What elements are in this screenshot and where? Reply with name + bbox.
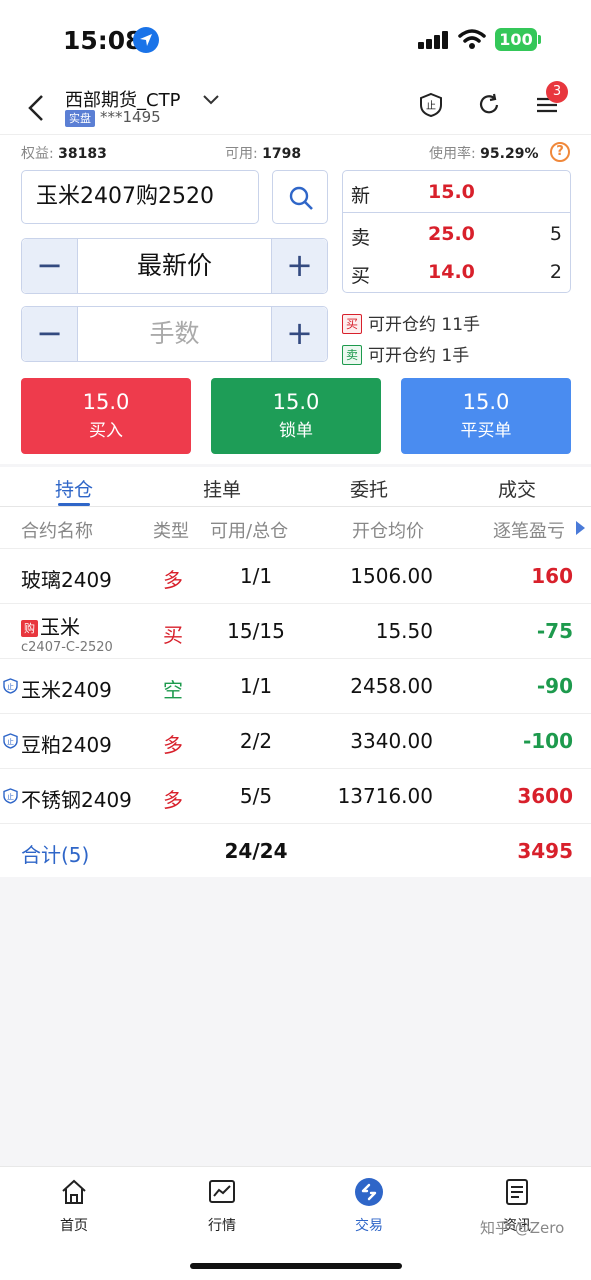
table-row[interactable]: 止 不锈钢2409 多 5/5 13716.00 3600 bbox=[0, 769, 591, 824]
status-bar: 15:08 100 bbox=[0, 0, 591, 82]
price-minus-button[interactable]: − bbox=[22, 239, 78, 293]
tab-orders[interactable]: 委托 bbox=[309, 475, 429, 502]
table-row[interactable]: 购玉米 c2407-C-2520 买 15/15 15.50 -75 bbox=[0, 604, 591, 659]
help-icon[interactable]: ? bbox=[550, 142, 570, 162]
bid-row[interactable]: 买 14.0 2 bbox=[343, 253, 570, 291]
quantity-stepper: − 手数 + bbox=[21, 306, 328, 362]
usage-stat: 使用率: 95.29% bbox=[429, 146, 539, 162]
sell-openable: 卖可开仓约 1手 bbox=[342, 341, 469, 366]
active-tab-indicator bbox=[58, 503, 90, 506]
table-row[interactable]: 止 玉米2409 空 1/1 2458.00 -90 bbox=[0, 659, 591, 714]
refresh-icon[interactable] bbox=[476, 92, 502, 118]
option-code: c2407-C-2520 bbox=[21, 640, 113, 655]
notification-badge: 3 bbox=[546, 81, 568, 103]
svg-text:止: 止 bbox=[7, 737, 14, 746]
stop-shield-icon[interactable]: 止 bbox=[418, 92, 444, 118]
svg-text:止: 止 bbox=[7, 682, 14, 691]
buy-button[interactable]: 15.0 买入 bbox=[21, 378, 191, 454]
order-panel: 权益: 38183 可用: 1798 使用率: 95.29% ? 玉米2407购… bbox=[0, 134, 591, 464]
equity-stat: 权益: 38183 bbox=[21, 146, 107, 162]
position-tabs: 持仓 挂单 委托 成交 bbox=[0, 467, 591, 507]
status-time: 15:08 bbox=[63, 26, 143, 55]
positions-table: 合约名称 类型 可用/总仓 开仓均价 逐笔盈亏 玻璃2409 多 1/1 150… bbox=[0, 507, 591, 877]
total-row: 合计(5) 24/24 3495 bbox=[21, 839, 573, 867]
quote-box: 新 15.0 卖 25.0 5 买 14.0 2 bbox=[342, 170, 571, 293]
home-icon bbox=[62, 1179, 86, 1204]
stop-shield-icon: 止 bbox=[3, 733, 18, 749]
signal-icon bbox=[418, 31, 450, 49]
home-indicator[interactable] bbox=[190, 1263, 402, 1269]
contract-input[interactable]: 玉米2407购2520 bbox=[21, 170, 259, 224]
price-stepper: − 最新价 + bbox=[21, 238, 328, 294]
close-buy-button[interactable]: 15.0 平买单 bbox=[401, 378, 571, 454]
last-price-row: 新 15.0 bbox=[351, 181, 475, 207]
price-mode[interactable]: 最新价 bbox=[78, 239, 271, 293]
qty-minus-button[interactable]: − bbox=[22, 307, 78, 361]
chevron-down-icon[interactable] bbox=[202, 94, 220, 106]
stop-shield-icon: 止 bbox=[3, 788, 18, 804]
chart-icon bbox=[209, 1180, 235, 1203]
wifi-icon bbox=[458, 29, 486, 49]
tab-positions[interactable]: 持仓 bbox=[14, 475, 134, 502]
price-plus-button[interactable]: + bbox=[271, 239, 327, 293]
qty-plus-button[interactable]: + bbox=[271, 307, 327, 361]
battery-icon: 100 bbox=[495, 28, 537, 51]
back-icon[interactable] bbox=[24, 88, 48, 128]
svg-text:止: 止 bbox=[426, 100, 436, 112]
scroll-right-icon[interactable] bbox=[576, 521, 585, 535]
real-account-badge: 实盘 bbox=[65, 110, 95, 127]
ask-row[interactable]: 卖 25.0 5 bbox=[343, 215, 570, 253]
table-header: 合约名称 类型 可用/总仓 开仓均价 逐笔盈亏 bbox=[0, 507, 591, 549]
available-stat: 可用: 1798 bbox=[225, 146, 302, 162]
svg-text:止: 止 bbox=[7, 792, 14, 801]
table-row[interactable]: 玻璃2409 多 1/1 1506.00 160 bbox=[0, 549, 591, 604]
search-icon bbox=[289, 186, 313, 210]
buy-openable: 买可开仓约 11手 bbox=[342, 310, 480, 335]
search-button[interactable] bbox=[272, 170, 328, 224]
tab-trades[interactable]: 成交 bbox=[457, 475, 577, 502]
tab-pending[interactable]: 挂单 bbox=[162, 475, 282, 502]
quantity-input[interactable]: 手数 bbox=[78, 307, 271, 361]
news-icon bbox=[506, 1179, 528, 1205]
trade-icon bbox=[355, 1178, 383, 1206]
bottom-nav: 首页 行情 交易 资讯 知乎 @Zero bbox=[0, 1166, 591, 1280]
call-option-tag: 购 bbox=[21, 620, 38, 637]
account-number: ***1495 bbox=[100, 108, 161, 126]
lock-button[interactable]: 15.0 锁单 bbox=[211, 378, 381, 454]
watermark: 知乎 @Zero bbox=[480, 1219, 565, 1237]
location-icon bbox=[133, 27, 159, 53]
app-header: 西部期货_CTP 实盘 ***1495 止 3 bbox=[0, 81, 591, 134]
stop-shield-icon: 止 bbox=[3, 678, 18, 694]
table-row[interactable]: 止 豆粕2409 多 2/2 3340.00 -100 bbox=[0, 714, 591, 769]
